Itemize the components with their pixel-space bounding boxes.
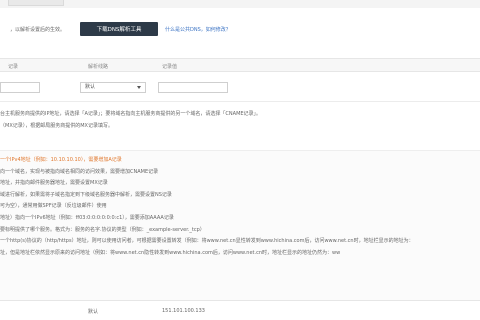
download-dns-tool-button[interactable]: 下载DNS解析工具	[80, 22, 158, 36]
row-line: 默认	[88, 309, 99, 315]
table-header: 记录 解析线路 记录值	[0, 58, 480, 72]
help-line-a-record: 一个IPv4地址（例如：10.10.10.10），需要增加A记录	[0, 157, 122, 163]
row-value: 151.101.100.133	[162, 308, 205, 314]
description-line: 台主机服务商提供的IP地址，请选择「A记录」；要将域名指向主机服务商提供的另一个…	[0, 111, 262, 117]
line-select-value: 默认	[85, 84, 96, 90]
help-line: 域进行解析，如果需将子域名指定到下级域名服务器中解析，需要设置NS记录	[0, 191, 172, 198]
record-type-description: 台主机服务商提供的IP地址，请选择「A记录」；要将域名指向主机服务商提供的另一个…	[0, 108, 480, 132]
help-line: 址，但是地址栏依然显示原来的访问地址（例如：将www.net.cn隐性转发到ww…	[0, 249, 341, 256]
record-type-help: 一个IPv4地址（例如：10.10.10.10），需要增加A记录 向一个域名，实…	[0, 150, 480, 300]
help-line: 地址，并指向邮件服务器地址，需要设置MX记录	[0, 180, 108, 187]
table-row: 默认 151.101.100.133	[0, 300, 480, 320]
host-record-input[interactable]	[0, 82, 40, 93]
help-line: 可为空），通常用做SPF记录（反垃圾邮件）使用	[0, 203, 107, 210]
top-tab[interactable]	[8, 0, 64, 6]
help-line: 一个http(s)协议的（http/https）地址，则可以使用访问者，可根据需…	[0, 238, 414, 245]
column-header-record: 记录	[8, 64, 19, 70]
column-header-value: 记录值	[162, 64, 178, 70]
description-line: （MX记录），根据邮局服务商提供的MX记录填写。	[0, 123, 113, 129]
help-line: 地址）指向一个IPv6地址（例如：ff03:0:0:0:0:0:0:c1），需要…	[0, 214, 174, 221]
record-input-row: 默认	[0, 72, 480, 102]
public-dns-help-link[interactable]: 什么是公共DNS，如何修改？	[165, 26, 231, 33]
help-line: 要标明提供了哪个服务。格式为：服务的名字.协议的类型（例如：_example-s…	[0, 226, 205, 233]
record-value-input[interactable]	[158, 82, 228, 93]
chevron-down-icon	[137, 86, 141, 89]
line-select[interactable]: 默认	[80, 82, 146, 93]
help-line: 向一个域名，实现与被指向域名相同的访问效果，需要增加CNAME记录	[0, 168, 159, 175]
notice-text: ，以解析设置后的生效。	[10, 27, 66, 33]
top-bar	[0, 0, 480, 8]
column-header-line: 解析线路	[88, 64, 109, 70]
